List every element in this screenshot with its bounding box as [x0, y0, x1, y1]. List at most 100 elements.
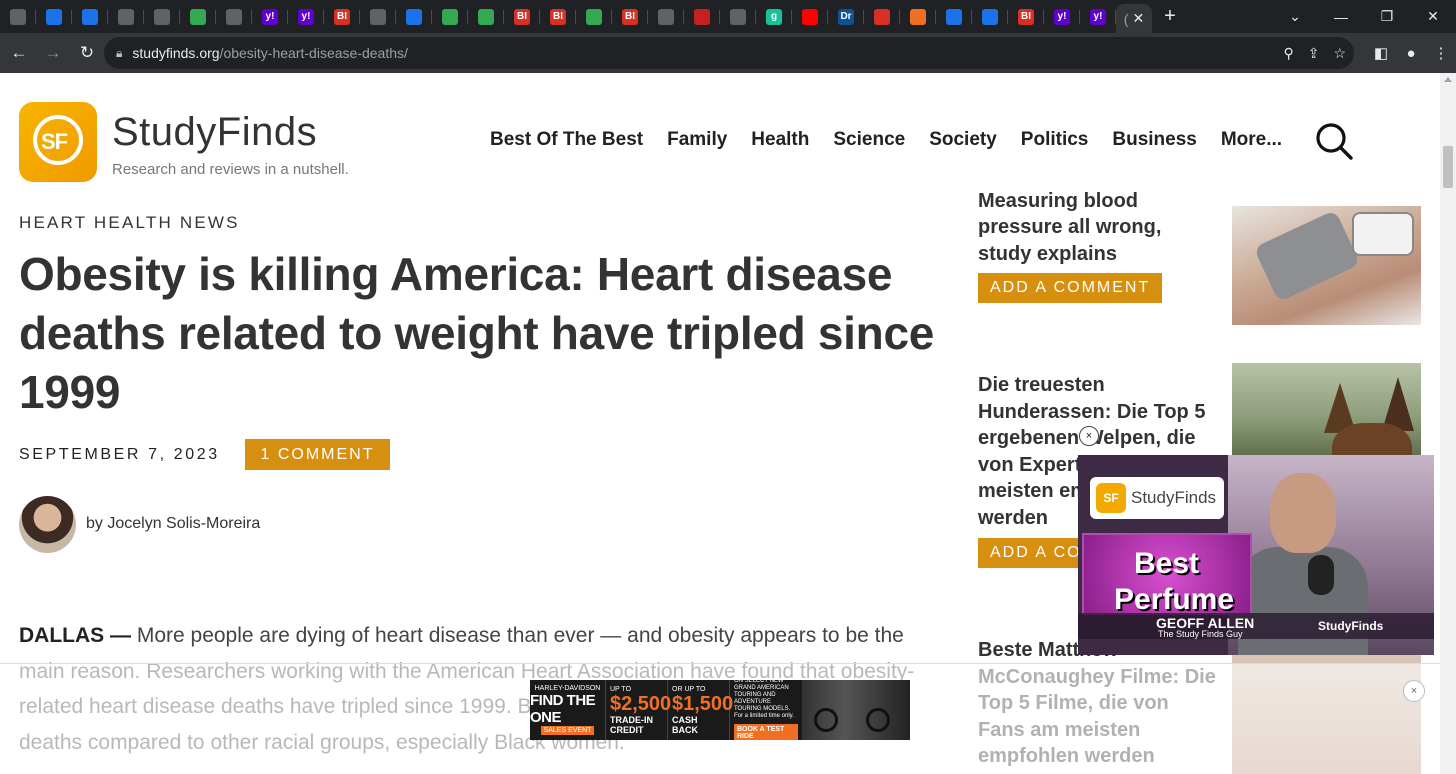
browser-tab[interactable] — [216, 0, 252, 33]
browser-tab[interactable] — [432, 0, 468, 33]
nav-best-of-the-best[interactable]: Best Of The Best — [490, 129, 643, 151]
close-tab-icon[interactable]: ✕ — [1132, 10, 1144, 27]
article-title: Obesity is killing America: Heart diseas… — [19, 248, 935, 418]
browser-tab[interactable] — [108, 0, 144, 33]
browser-tab[interactable]: BI — [540, 0, 576, 33]
new-tab-button[interactable]: + — [1152, 0, 1188, 33]
dr-icon: Dr — [838, 8, 854, 25]
zoom-icon[interactable]: ⚲ — [1283, 45, 1293, 62]
browser-tab[interactable]: BI — [504, 0, 540, 33]
sidebar-title-partial[interactable]: Measuring blood — [978, 188, 1218, 215]
browser-tab[interactable]: BI — [612, 0, 648, 33]
page-scrollbar[interactable] — [1440, 73, 1456, 774]
toolbar-right: ◧ ● ⋮ — [1366, 33, 1456, 73]
browser-tab[interactable]: g — [756, 0, 792, 33]
lock-icon[interactable]: 🔒︎ — [116, 46, 122, 61]
browser-tab[interactable] — [180, 0, 216, 33]
sidebar-image-blood-pressure[interactable] — [1232, 206, 1421, 325]
puzzle-icon — [154, 8, 170, 25]
author-byline[interactable]: by Jocelyn Solis-Moreira — [86, 515, 260, 533]
cube-icon — [946, 8, 962, 25]
harley-banner-ad[interactable]: HARLEY-DAVIDSON FIND THE ONE SALES EVENT… — [530, 680, 910, 740]
minimize-icon[interactable]: — — [1318, 9, 1364, 25]
browser-tab[interactable]: Dr — [828, 0, 864, 33]
offer1-label: TRADE-IN CREDIT — [610, 715, 653, 735]
banner-offer-1: UP TO $2,500 TRADE-IN CREDIT — [606, 680, 672, 740]
main-nav: Best Of The Best Family Health Science S… — [490, 129, 1282, 151]
browser-tab[interactable] — [792, 0, 828, 33]
browser-tab[interactable]: y! — [1044, 0, 1080, 33]
browser-tab[interactable] — [936, 0, 972, 33]
browser-tab[interactable] — [144, 0, 180, 33]
browser-tab[interactable] — [36, 0, 72, 33]
banner-headline: FIND THE ONE — [530, 692, 596, 726]
menu-icon[interactable]: ⋮ — [1426, 44, 1456, 62]
url-host: studyfinds.org — [132, 45, 220, 61]
sidebar-add-comment-button[interactable]: ADD A COMMENT — [978, 273, 1163, 303]
tab-search-icon[interactable]: ⌄ — [1272, 8, 1318, 25]
sidebar-title-blood-pressure[interactable]: pressure all wrong, study explains — [978, 214, 1218, 267]
browser-tab[interactable] — [576, 0, 612, 33]
article-category[interactable]: HEART HEALTH NEWS — [19, 213, 240, 233]
comment-count-button[interactable]: 1 COMMENT — [245, 439, 390, 470]
banner-brand-top: HARLEY-DAVIDSON — [534, 685, 601, 692]
banner-cta[interactable]: BOOK A TEST RIDE — [734, 723, 798, 740]
browser-tab[interactable]: y! — [288, 0, 324, 33]
browser-tab[interactable] — [864, 0, 900, 33]
search-icon[interactable] — [1314, 121, 1354, 161]
nav-science[interactable]: Science — [833, 129, 905, 151]
close-video-ad-icon[interactable]: × — [1079, 426, 1099, 446]
restore-icon[interactable]: ❐ — [1364, 8, 1410, 25]
browser-tab[interactable] — [648, 0, 684, 33]
browser-tab[interactable] — [900, 0, 936, 33]
banner-copy: ON SELECT NEW GRAND AMERICAN TOURING AND… — [730, 680, 802, 740]
offer1-amount: $2,500 — [610, 693, 672, 715]
browser-tab[interactable] — [396, 0, 432, 33]
reload-icon[interactable]: ↻ — [72, 38, 102, 68]
play-icon — [190, 8, 206, 25]
browser-tab[interactable]: BI — [1008, 0, 1044, 33]
nav-society[interactable]: Society — [929, 129, 997, 151]
browser-tab[interactable]: y! — [252, 0, 288, 33]
nav-business[interactable]: Business — [1112, 129, 1196, 151]
news-icon — [730, 8, 746, 25]
browser-tab[interactable]: BI — [324, 0, 360, 33]
author-avatar[interactable] — [19, 496, 76, 553]
nav-more[interactable]: More... — [1221, 129, 1282, 151]
bike-wheel — [814, 708, 838, 732]
offer1-prefix: UP TO — [610, 686, 632, 693]
video-ad-player[interactable]: SF StudyFinds Best Perfume GEOFF ALLEN T… — [1078, 455, 1434, 655]
article-dateline-city: DALLAS — — [19, 624, 131, 647]
bi-icon: BI — [1018, 8, 1034, 25]
side-panel-icon[interactable]: ◧ — [1366, 44, 1396, 62]
back-icon[interactable]: ← — [4, 38, 34, 68]
yahoo-icon: y! — [1090, 8, 1106, 25]
browser-tab[interactable]: y! — [1080, 0, 1116, 33]
video-promo-card: Best Perfume — [1082, 533, 1252, 616]
active-tab[interactable]: ( ✕ — [1116, 4, 1152, 33]
bookmark-star-icon[interactable]: ☆ — [1333, 45, 1346, 62]
forward-icon[interactable]: → — [38, 38, 68, 68]
scroll-up-icon[interactable] — [1444, 77, 1452, 82]
profile-icon[interactable]: ● — [1396, 45, 1426, 62]
browser-tab[interactable] — [0, 0, 36, 33]
browser-tab[interactable] — [720, 0, 756, 33]
browser-tab[interactable] — [468, 0, 504, 33]
site-name[interactable]: StudyFinds — [112, 110, 317, 155]
browser-tab[interactable] — [360, 0, 396, 33]
close-banner-ad-icon[interactable]: × — [1403, 680, 1425, 702]
share-icon[interactable]: ⇪ — [1308, 45, 1320, 62]
sidebar-image-dog[interactable] — [1232, 363, 1421, 459]
browser-tab[interactable] — [972, 0, 1008, 33]
nav-family[interactable]: Family — [667, 129, 727, 151]
browser-tab[interactable] — [684, 0, 720, 33]
nav-politics[interactable]: Politics — [1021, 129, 1089, 151]
browser-tab[interactable] — [72, 0, 108, 33]
nav-health[interactable]: Health — [751, 129, 809, 151]
site-logo[interactable]: SF — [19, 102, 97, 182]
address-bar[interactable]: 🔒︎ studyfinds.org /obesity-heart-disease… — [104, 37, 1354, 69]
shield-icon — [82, 8, 98, 25]
video-footer-brand: StudyFinds — [1318, 619, 1384, 633]
close-window-icon[interactable]: ✕ — [1410, 8, 1456, 25]
scroll-thumb[interactable] — [1443, 146, 1453, 188]
